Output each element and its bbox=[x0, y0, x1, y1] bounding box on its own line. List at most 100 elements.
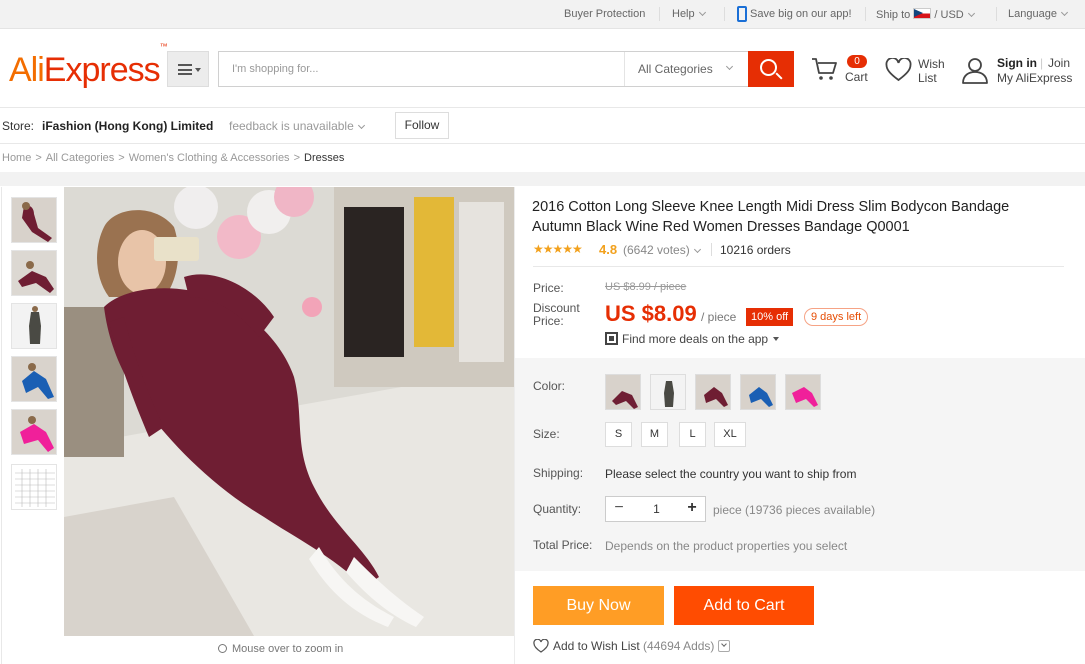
chevron-down-icon[interactable] bbox=[718, 640, 731, 652]
thumbnail-photo bbox=[12, 251, 56, 295]
hamburger-icon bbox=[178, 64, 192, 75]
chevron-down-icon bbox=[693, 245, 701, 254]
help-label: Help bbox=[672, 8, 695, 20]
size-option-l[interactable]: L bbox=[679, 422, 706, 447]
store-name-link[interactable]: iFashion (Hong Kong) Limited bbox=[42, 119, 213, 133]
language-selector[interactable]: Language bbox=[1008, 8, 1068, 20]
wish-list-link-line2[interactable]: List bbox=[918, 71, 937, 85]
product-title: 2016 Cotton Long Sleeve Knee Length Midi… bbox=[532, 199, 1010, 235]
votes-dropdown[interactable]: (6642 votes) bbox=[623, 243, 701, 257]
section-divider bbox=[0, 172, 1085, 186]
breadcrumb-separator: > bbox=[35, 152, 42, 164]
breadcrumb-separator: > bbox=[118, 152, 125, 164]
store-label: Store: bbox=[2, 119, 35, 133]
user-account-icon[interactable] bbox=[961, 56, 989, 84]
category-menu-button[interactable] bbox=[167, 51, 209, 87]
quantity-input[interactable]: 1 bbox=[632, 497, 681, 521]
search-button[interactable] bbox=[748, 51, 794, 87]
breadcrumb-separator: > bbox=[293, 152, 300, 164]
buyer-protection-link[interactable]: Buyer Protection bbox=[564, 8, 645, 20]
breadcrumb-home[interactable]: Home bbox=[2, 152, 31, 164]
color-swatch-black[interactable] bbox=[650, 374, 686, 410]
quantity-increase-button[interactable]: + bbox=[679, 497, 705, 521]
color-swatch-photo bbox=[651, 375, 685, 409]
divider bbox=[711, 243, 712, 256]
thumbnail-photo bbox=[12, 357, 56, 401]
aliexpress-logo[interactable]: AliExpress™ bbox=[9, 42, 168, 90]
thumbnail-photo bbox=[12, 198, 56, 242]
product-main-image[interactable] bbox=[64, 187, 514, 636]
help-menu[interactable]: Help bbox=[672, 8, 706, 20]
app-deals-dropdown[interactable]: Find more deals on the app bbox=[605, 332, 780, 346]
discount-price-label-line2: Price: bbox=[533, 314, 564, 328]
shipping-label: Shipping: bbox=[533, 466, 584, 480]
add-to-wish-list-link[interactable]: Add to Wish List (44694 Adds) bbox=[533, 639, 731, 653]
logo-ali: Ali bbox=[9, 51, 45, 89]
divider bbox=[659, 7, 660, 21]
search-bar: All Categories bbox=[218, 51, 794, 87]
price-label: Price: bbox=[533, 281, 564, 295]
divider bbox=[865, 7, 866, 21]
sign-in-link[interactable]: Sign in bbox=[997, 56, 1037, 70]
shopping-cart-icon[interactable] bbox=[811, 57, 837, 81]
color-swatch-wine-red-2[interactable] bbox=[695, 374, 731, 410]
thumbnail-photo bbox=[12, 410, 56, 454]
color-swatch-blue[interactable] bbox=[740, 374, 776, 410]
orders-count: 10216 orders bbox=[720, 243, 791, 257]
quantity-stepper: − 1 + bbox=[605, 496, 706, 522]
thumbnail-image[interactable] bbox=[11, 303, 57, 349]
cart-count-badge: 0 bbox=[847, 55, 867, 68]
color-swatch-wine-red[interactable] bbox=[605, 374, 641, 410]
buy-now-button[interactable]: Buy Now bbox=[533, 586, 664, 625]
wish-list-link-line1[interactable]: Wish bbox=[918, 57, 945, 71]
size-option-m[interactable]: M bbox=[641, 422, 668, 447]
top-utility-bar: Buyer Protection Help Save big on our ap… bbox=[0, 0, 1085, 29]
thumbnail-image[interactable] bbox=[11, 409, 57, 455]
thumbnail-image[interactable] bbox=[11, 464, 57, 510]
price-unit: / piece bbox=[701, 310, 737, 324]
wish-list-adds-count: (44694 Adds) bbox=[643, 639, 715, 653]
thumbnail-image[interactable] bbox=[11, 250, 57, 296]
color-swatch-photo bbox=[696, 375, 730, 409]
search-input[interactable] bbox=[219, 52, 624, 86]
add-to-cart-button[interactable]: Add to Cart bbox=[674, 586, 814, 625]
quantity-decrease-button[interactable]: − bbox=[606, 497, 632, 521]
currency-label: USD bbox=[940, 9, 964, 21]
caret-down-icon bbox=[195, 68, 201, 72]
app-promo-link[interactable]: Save big on our app! bbox=[750, 8, 852, 20]
heart-icon[interactable] bbox=[885, 58, 912, 82]
total-price-label: Total Price: bbox=[533, 538, 593, 552]
cart-link[interactable]: Cart bbox=[845, 70, 868, 84]
size-option-xl[interactable]: XL bbox=[714, 422, 746, 447]
total-price-info: Depends on the product properties you se… bbox=[605, 539, 848, 553]
original-price: US $8.99 / piece bbox=[605, 281, 687, 293]
rating-stars: ★★★★★ bbox=[533, 242, 583, 256]
my-aliexpress-link[interactable]: My AliExpress bbox=[997, 71, 1072, 85]
logo-trademark: ™ bbox=[159, 41, 168, 51]
thumbnail-image[interactable] bbox=[11, 356, 57, 402]
store-feedback-dropdown[interactable]: feedback is unavailable bbox=[229, 119, 365, 133]
ship-to-label: Ship to bbox=[876, 9, 911, 21]
czech-flag-icon bbox=[913, 8, 932, 19]
thumbnail-image[interactable] bbox=[11, 197, 57, 243]
size-option-s[interactable]: S bbox=[605, 422, 632, 447]
breadcrumb-all-categories[interactable]: All Categories bbox=[46, 152, 114, 164]
sign-in-separator: | bbox=[1040, 56, 1044, 70]
breadcrumb-womens-clothing[interactable]: Women's Clothing & Accessories bbox=[129, 152, 290, 164]
join-link[interactable]: Join bbox=[1048, 56, 1070, 70]
color-swatch-pink[interactable] bbox=[785, 374, 821, 410]
ship-to-selector[interactable]: Ship to / USD bbox=[876, 8, 975, 21]
thumbnail-strip bbox=[1, 187, 64, 664]
breadcrumb-current: Dresses bbox=[304, 152, 345, 164]
discount-badge: 10% off bbox=[746, 308, 794, 326]
thumbnail-photo bbox=[12, 304, 56, 348]
quantity-label: Quantity: bbox=[533, 502, 582, 516]
size-chart-thumbnail bbox=[12, 465, 56, 509]
store-feedback-text: feedback is unavailable bbox=[229, 119, 354, 133]
category-label: All Categories bbox=[638, 62, 713, 76]
follow-store-button[interactable]: Follow bbox=[395, 112, 449, 139]
logo-express: Express bbox=[43, 51, 161, 89]
category-dropdown[interactable]: All Categories bbox=[624, 52, 748, 86]
discount-price: US $8.09 bbox=[605, 301, 697, 326]
wish-list-text: Add to Wish List bbox=[553, 639, 640, 653]
